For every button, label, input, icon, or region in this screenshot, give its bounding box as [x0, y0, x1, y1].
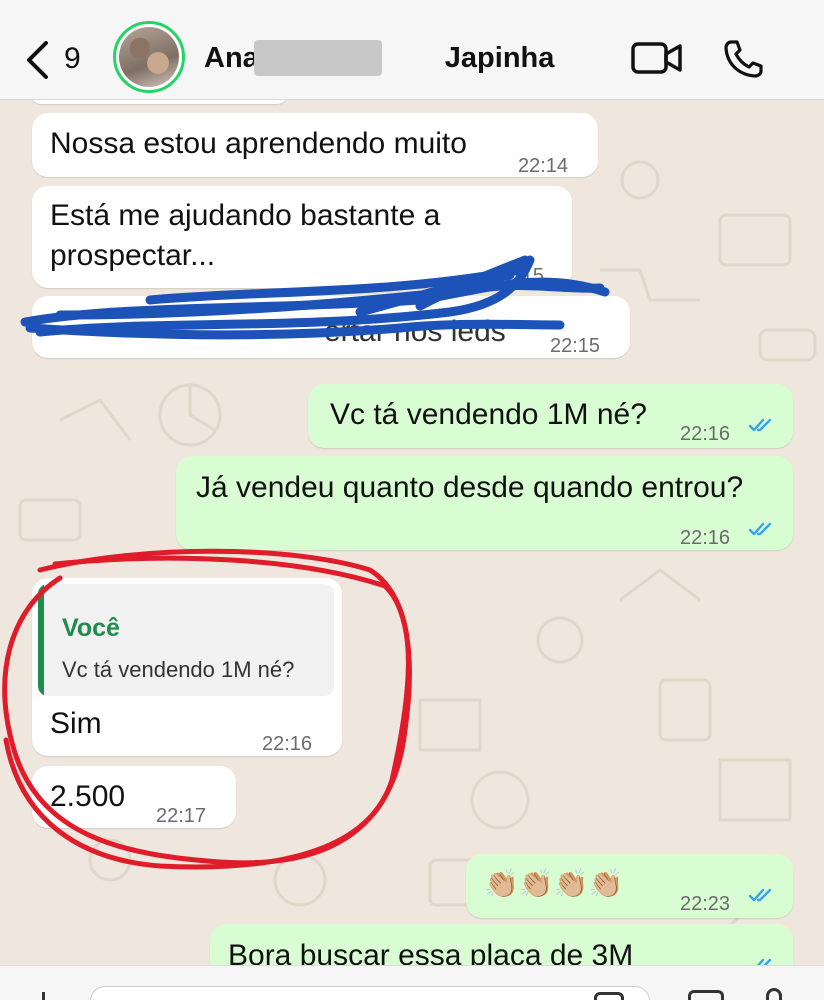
message-text-line2: prospectar... [50, 239, 216, 272]
video-camera-icon [631, 42, 682, 74]
read-receipt-icon [749, 958, 772, 965]
message-time: 22:23 [680, 893, 731, 915]
message-text: ertar nos leds [324, 315, 506, 348]
message-time: 22:15 [494, 265, 545, 287]
message-bubble-outgoing[interactable]: Já vendeu quanto desde quando entrou? 22… [176, 456, 793, 550]
message-bubble-partial[interactable] [30, 100, 288, 104]
message-bubble-outgoing[interactable]: Bora buscar essa placa de 3M 22:24 [210, 924, 793, 965]
contact-name-end: Japinha [444, 42, 555, 74]
message-bubble-incoming[interactable]: ertar nos leds 22:15 [32, 296, 630, 358]
quote-author: Você [62, 614, 120, 642]
chat-area[interactable]: Nossa estou aprendendo muito 22:14 Está … [0, 100, 824, 965]
message-text: Já vendeu quanto desde quando entrou? [196, 471, 744, 504]
chat-header: 9 Ana Japinha [0, 0, 824, 100]
message-bubble-outgoing[interactable]: Vc tá vendendo 1M né? 22:16 [308, 384, 793, 448]
message-bubble-incoming[interactable]: 2.500 22:17 [32, 766, 236, 828]
message-text: Sim [50, 707, 102, 740]
message-time: 22:24 [680, 954, 730, 965]
message-emoji: 👏🏼👏🏼👏🏼👏🏼 [484, 868, 624, 899]
message-text: Nossa estou aprendendo muito [50, 127, 467, 160]
message-bubble-incoming[interactable]: Está me ajudando bastante a prospectar..… [32, 186, 572, 288]
message-bubble-incoming[interactable]: Nossa estou aprendendo muito 22:14 [32, 113, 598, 177]
message-time: 22:17 [156, 805, 207, 827]
message-text: Bora buscar essa placa de 3M [228, 939, 634, 965]
voice-call-button[interactable] [722, 38, 766, 85]
read-receipt-icon [748, 888, 772, 902]
camera-icon[interactable] [688, 990, 724, 1000]
read-receipt-icon [748, 522, 772, 536]
contact-avatar[interactable] [113, 21, 185, 93]
quoted-message[interactable]: Você Vc tá vendendo 1M né? [38, 584, 334, 696]
avatar-photo [119, 27, 179, 87]
phone-icon [724, 40, 763, 78]
video-call-button[interactable] [630, 38, 684, 83]
message-text-line1: Está me ajudando bastante a [50, 199, 441, 232]
message-time: 22:14 [518, 155, 569, 177]
message-text: Vc tá vendendo 1M né? [330, 398, 647, 431]
read-receipt-icon [748, 418, 772, 432]
message-time: 22:16 [262, 733, 313, 755]
message-time: 22:16 [680, 423, 731, 445]
redacted-name-blur [254, 40, 382, 76]
message-text: 2.500 [50, 780, 126, 813]
sticker-icon[interactable] [594, 992, 624, 1000]
attach-plus-icon[interactable] [36, 992, 50, 1000]
contact-name-start: Ana [204, 42, 259, 74]
message-bubble-incoming-reply[interactable]: Você Vc tá vendendo 1M né? Sim 22:16 [32, 578, 342, 756]
message-input-bar [0, 965, 824, 1000]
message-bubble-outgoing[interactable]: 👏🏼👏🏼👏🏼👏🏼 22:23 [466, 854, 793, 918]
quote-text: Vc tá vendendo 1M né? [62, 657, 295, 682]
message-time: 22:16 [680, 527, 731, 549]
microphone-icon[interactable] [766, 988, 782, 1000]
message-time: 22:15 [550, 335, 601, 357]
back-button[interactable]: 9 [18, 36, 88, 86]
quote-accent-bar [38, 584, 44, 696]
chevron-left-icon [27, 41, 48, 79]
message-input-field[interactable] [90, 986, 650, 1000]
unread-count: 9 [64, 42, 81, 75]
